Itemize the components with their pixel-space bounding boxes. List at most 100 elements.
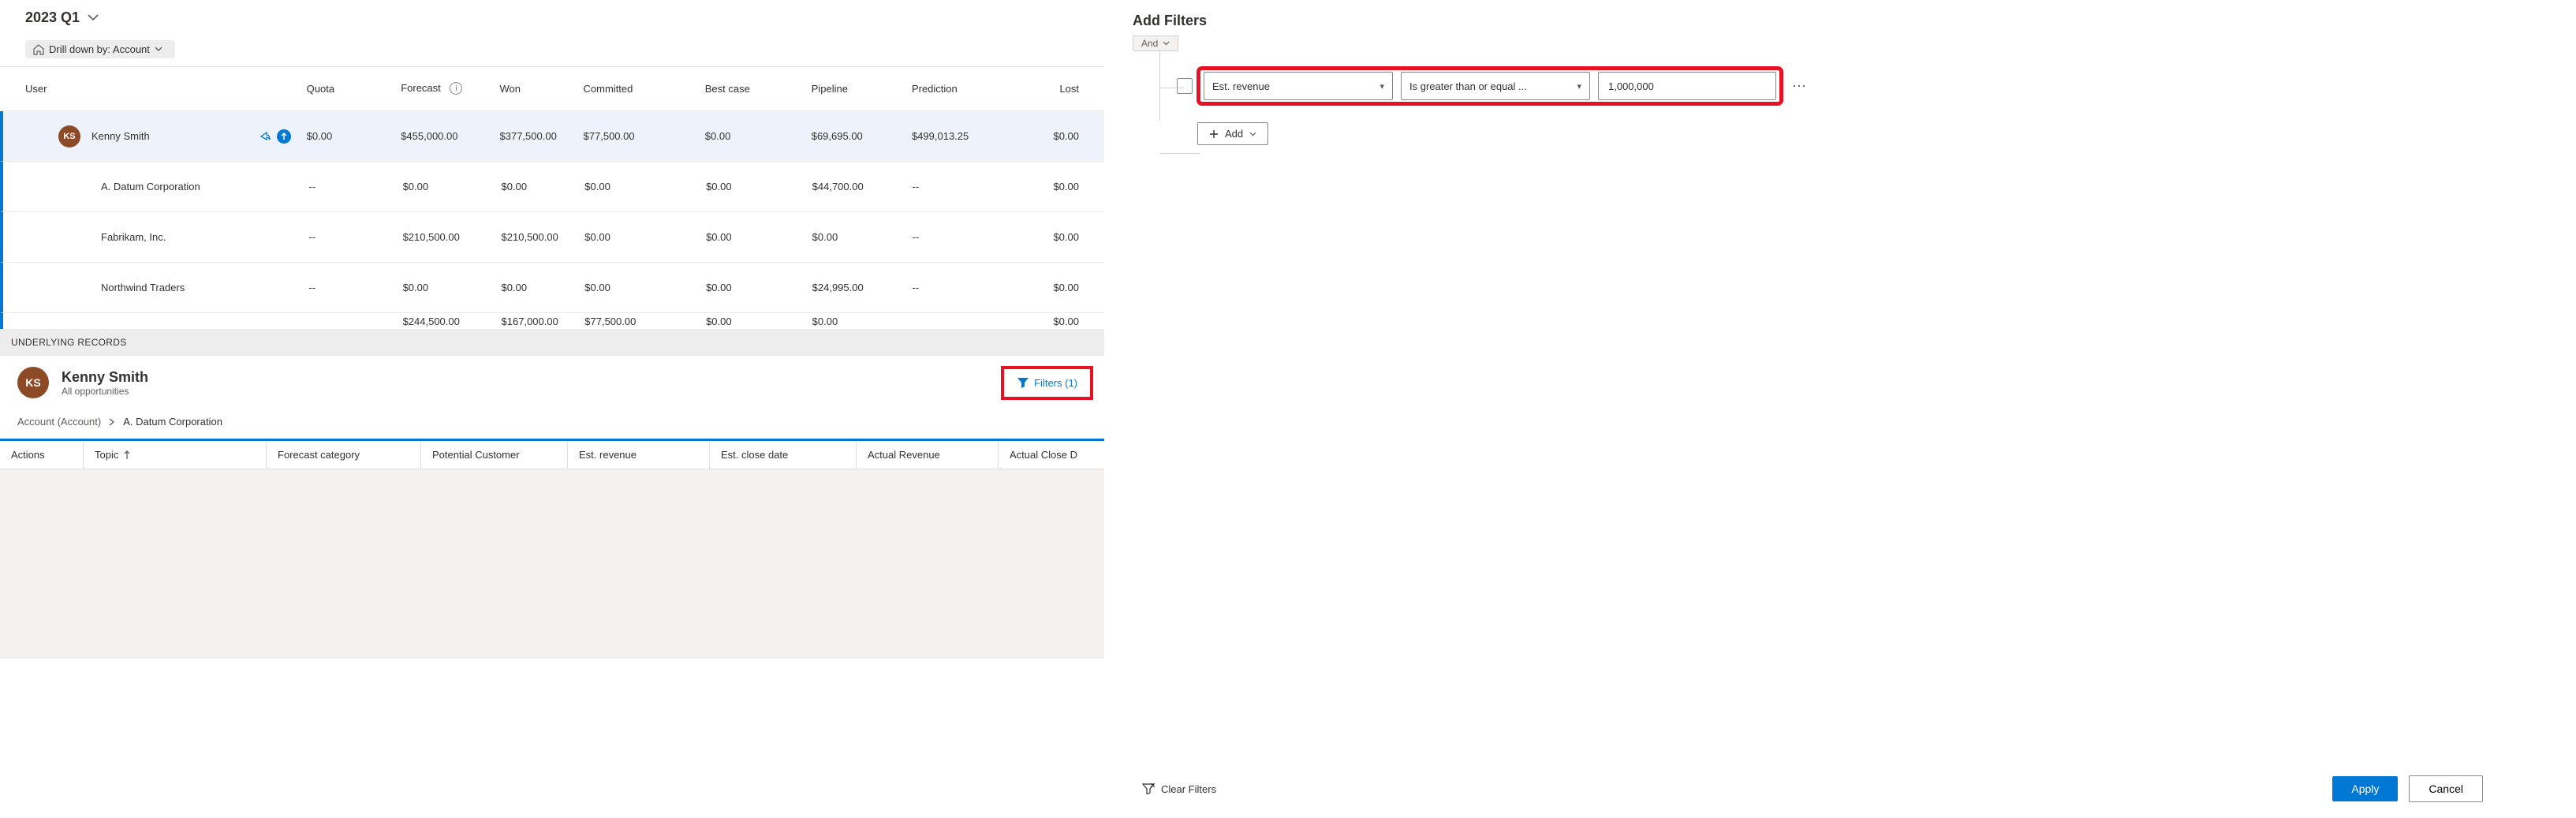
filters-label: Filters (1)	[1034, 377, 1077, 389]
chevron-down-icon: ▾	[1379, 81, 1384, 92]
subcol-est-revenue[interactable]: Est. revenue	[568, 441, 710, 469]
col-pipeline[interactable]: Pipeline	[812, 83, 912, 95]
col-lost[interactable]: Lost	[1026, 83, 1079, 95]
underlying-user-name: Kenny Smith	[62, 369, 148, 386]
filter-row-checkbox[interactable]	[1177, 78, 1193, 94]
add-filter-button[interactable]: Add	[1197, 122, 1268, 145]
col-user[interactable]: User	[25, 83, 307, 95]
cell-quota: $0.00	[307, 130, 401, 142]
drilldown-pill[interactable]: Drill down by: Account	[25, 40, 175, 58]
cell-committed: $77,500.00	[584, 316, 706, 327]
clear-filter-icon	[1142, 783, 1155, 794]
period-selector[interactable]: 2023 Q1	[0, 0, 1104, 40]
cell-prediction: --	[913, 231, 1026, 243]
cell-forecast: $0.00	[403, 181, 502, 192]
cell-pipeline: $44,700.00	[812, 181, 913, 192]
filter-condition-group: Est. revenue ▾ Is greater than or equal …	[1200, 70, 1779, 102]
cell-won: $210,500.00	[502, 231, 585, 243]
subcol-actual-close-date[interactable]: Actual Close D	[999, 441, 1101, 469]
cell-bestcase: $0.00	[705, 130, 812, 142]
cell-bestcase: $0.00	[706, 282, 812, 293]
cell-quota: --	[308, 181, 402, 192]
drilldown-label: Drill down by: Account	[49, 43, 150, 55]
cell-pipeline: $0.00	[812, 231, 913, 243]
cell-quota: --	[308, 282, 402, 293]
subcol-actual-revenue[interactable]: Actual Revenue	[857, 441, 999, 469]
col-bestcase[interactable]: Best case	[705, 83, 812, 95]
apply-button[interactable]: Apply	[2332, 776, 2398, 801]
cell-lost: $0.00	[1026, 316, 1079, 327]
cell-bestcase: $0.00	[706, 316, 812, 327]
cell-pipeline: $69,695.00	[812, 130, 912, 142]
cell-committed: $0.00	[584, 181, 706, 192]
grid-row-kenny-smith[interactable]: KS Kenny Smith $0.00 $455,000.00 $377,50…	[0, 111, 1104, 162]
cell-quota: --	[308, 231, 402, 243]
share-icon[interactable]	[258, 130, 271, 143]
cell-won: $0.00	[502, 181, 585, 192]
grid-header-row: User Quota Forecast i Won Committed Best…	[0, 67, 1104, 111]
chevron-down-icon: ▾	[1577, 81, 1581, 92]
cell-won: $0.00	[502, 282, 585, 293]
subcol-forecast-category[interactable]: Forecast category	[267, 441, 421, 469]
col-prediction[interactable]: Prediction	[912, 83, 1026, 95]
breadcrumb-root[interactable]: Account (Account)	[17, 416, 101, 428]
sort-asc-icon	[123, 450, 131, 460]
cell-prediction: --	[913, 181, 1026, 192]
filter-field-select[interactable]: Est. revenue ▾	[1204, 72, 1393, 100]
up-arrow-icon[interactable]	[277, 129, 291, 144]
cancel-button[interactable]: Cancel	[2409, 775, 2483, 802]
user-name: Northwind Traders	[101, 282, 185, 293]
cell-prediction: $499,013.25	[912, 130, 1026, 142]
forecast-grid: User Quota Forecast i Won Committed Best…	[0, 66, 1104, 329]
cell-pipeline: $24,995.00	[812, 282, 913, 293]
cell-won: $377,500.00	[500, 130, 584, 142]
cell-prediction: --	[913, 282, 1026, 293]
grid-row-fabrikam[interactable]: Fabrikam, Inc. -- $210,500.00 $210,500.0…	[0, 212, 1104, 263]
filter-value-input[interactable]	[1598, 72, 1776, 100]
grid-row-adatum[interactable]: A. Datum Corporation -- $0.00 $0.00 $0.0…	[0, 162, 1104, 212]
chevron-down-icon	[88, 14, 99, 22]
filter-operator-select[interactable]: Is greater than or equal ... ▾	[1401, 72, 1590, 100]
cell-lost: $0.00	[1026, 130, 1079, 142]
subcol-topic[interactable]: Topic	[84, 441, 267, 469]
breadcrumb: Account (Account) A. Datum Corporation	[0, 409, 1104, 439]
col-committed[interactable]: Committed	[584, 83, 705, 95]
cell-lost: $0.00	[1026, 282, 1079, 293]
info-icon[interactable]: i	[450, 82, 462, 95]
cell-bestcase: $0.00	[706, 181, 812, 192]
subgrid-header: Actions Topic Forecast category Potentia…	[0, 441, 1104, 469]
user-name: Kenny Smith	[91, 130, 150, 142]
plus-icon	[1209, 129, 1219, 139]
underlying-records-header: UNDERLYING RECORDS	[0, 329, 1104, 356]
col-won[interactable]: Won	[500, 83, 584, 95]
cell-bestcase: $0.00	[706, 231, 812, 243]
add-filters-title: Add Filters	[1126, 0, 2507, 35]
cell-committed: $0.00	[584, 231, 706, 243]
grid-row-northwind[interactable]: Northwind Traders -- $0.00 $0.00 $0.00 $…	[0, 263, 1104, 313]
chevron-down-icon	[1163, 41, 1170, 46]
subcol-potential-customer[interactable]: Potential Customer	[421, 441, 568, 469]
underlying-subtitle: All opportunities	[62, 386, 148, 397]
user-name: Fabrikam, Inc.	[101, 231, 166, 243]
col-quota[interactable]: Quota	[307, 83, 401, 95]
more-icon[interactable]: ⋯	[1787, 78, 1812, 95]
cell-pipeline: $0.00	[812, 316, 913, 327]
user-name: A. Datum Corporation	[101, 181, 200, 192]
breadcrumb-leaf[interactable]: A. Datum Corporation	[123, 416, 222, 428]
grid-row-partial[interactable]: $244,500.00 $167,000.00 $77,500.00 $0.00…	[0, 313, 1104, 329]
chevron-right-icon	[109, 418, 115, 426]
chevron-down-icon	[1249, 132, 1256, 136]
filters-button[interactable]: Filters (1)	[1007, 372, 1087, 394]
subcol-actions[interactable]: Actions	[0, 441, 84, 469]
chevron-down-icon	[155, 47, 167, 52]
cell-forecast: $210,500.00	[403, 231, 502, 243]
cell-forecast: $0.00	[403, 282, 502, 293]
filter-value-field[interactable]	[1607, 80, 1768, 93]
period-label: 2023 Q1	[25, 9, 80, 26]
avatar: KS	[58, 125, 80, 148]
col-forecast[interactable]: Forecast i	[401, 82, 499, 96]
logic-operator-pill[interactable]: And	[1133, 35, 1178, 51]
cell-committed: $77,500.00	[584, 130, 705, 142]
subcol-est-close-date[interactable]: Est. close date	[710, 441, 857, 469]
clear-filters-button[interactable]: Clear Filters	[1142, 783, 1216, 795]
